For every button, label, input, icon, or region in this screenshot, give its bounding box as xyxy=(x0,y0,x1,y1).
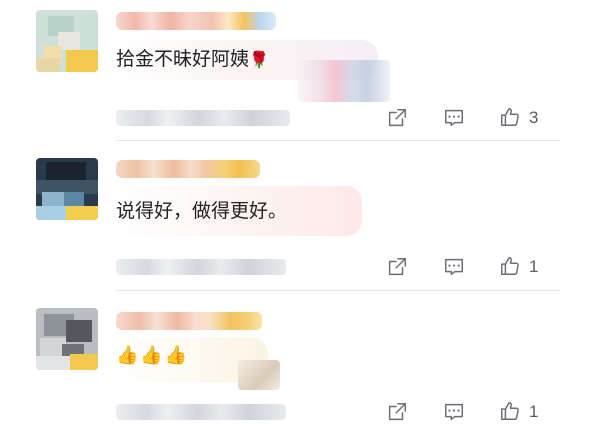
username[interactable] xyxy=(116,12,276,30)
avatar[interactable] xyxy=(36,10,98,72)
attachment-thumbnail[interactable] xyxy=(238,360,280,390)
like-icon xyxy=(501,108,519,126)
like-button[interactable] xyxy=(497,398,523,424)
comment-icon xyxy=(445,403,463,421)
reply-button[interactable] xyxy=(441,105,467,131)
comment-text: 拾金不昧好阿姨🌹 xyxy=(116,47,269,72)
share-icon xyxy=(388,403,406,421)
comment-icon xyxy=(445,109,463,127)
like-icon xyxy=(501,257,519,275)
comment-meta xyxy=(116,404,286,420)
attachment-thumbnail[interactable] xyxy=(298,60,390,102)
comment-meta xyxy=(116,110,290,126)
avatar[interactable] xyxy=(36,308,98,370)
share-button[interactable] xyxy=(384,254,410,280)
share-icon xyxy=(388,258,406,276)
share-icon xyxy=(388,109,406,127)
comment-text: 👍👍👍 xyxy=(116,345,190,366)
share-button[interactable] xyxy=(384,105,410,131)
rose-emoji: 🌹 xyxy=(249,50,269,69)
like-count: 1 xyxy=(529,402,539,421)
like-button[interactable] xyxy=(497,253,523,279)
like-count: 3 xyxy=(529,108,539,127)
like-button[interactable] xyxy=(497,104,523,130)
comment-divider xyxy=(116,140,560,141)
comment-text: 说得好，做得更好。 xyxy=(116,200,288,222)
comment-divider xyxy=(116,290,560,291)
like-count: 1 xyxy=(529,257,539,276)
share-button[interactable] xyxy=(384,399,410,425)
comment-icon xyxy=(445,258,463,276)
username[interactable] xyxy=(116,160,260,178)
avatar[interactable] xyxy=(36,158,98,220)
comment-text-content: 拾金不昧好阿姨 xyxy=(116,48,250,70)
username[interactable] xyxy=(116,312,262,330)
comment-meta xyxy=(116,259,286,275)
reply-button[interactable] xyxy=(441,399,467,425)
reply-button[interactable] xyxy=(441,254,467,280)
like-icon xyxy=(501,402,519,420)
